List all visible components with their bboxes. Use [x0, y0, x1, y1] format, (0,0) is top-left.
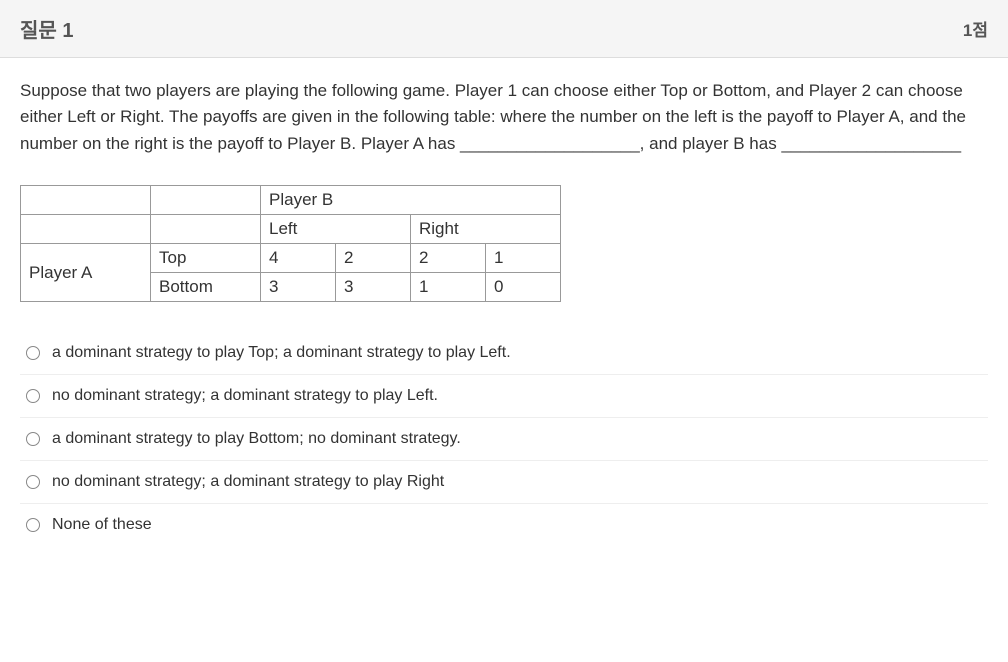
question-points: 1점 [963, 16, 988, 41]
cell-bottom-left-a: 3 [261, 273, 336, 302]
radio-icon[interactable] [26, 518, 40, 532]
choice-4[interactable]: None of these [20, 504, 988, 546]
row-bottom-label: Bottom [151, 273, 261, 302]
cell-top-right-a: 2 [411, 244, 486, 273]
choice-label: no dominant strategy; a dominant strateg… [52, 387, 438, 405]
choice-2[interactable]: a dominant strategy to play Bottom; no d… [20, 418, 988, 461]
choice-0[interactable]: a dominant strategy to play Top; a domin… [20, 332, 988, 375]
col-right-label: Right [411, 215, 561, 244]
player-a-label: Player A [21, 244, 151, 302]
cell-top-right-b: 1 [486, 244, 561, 273]
question-body: Suppose that two players are playing the… [0, 58, 1008, 566]
question-prompt: Suppose that two players are playing the… [20, 78, 988, 157]
answer-choices: a dominant strategy to play Top; a domin… [20, 332, 988, 546]
question-title: 질문 1 [20, 14, 73, 43]
question-header: 질문 1 1점 [0, 0, 1008, 58]
cell-bottom-left-b: 3 [336, 273, 411, 302]
payoff-table: Player B Left Right Player A Top 4 2 2 1… [20, 185, 561, 302]
radio-icon[interactable] [26, 346, 40, 360]
choice-1[interactable]: no dominant strategy; a dominant strateg… [20, 375, 988, 418]
choice-3[interactable]: no dominant strategy; a dominant strateg… [20, 461, 988, 504]
cell-bottom-right-a: 1 [411, 273, 486, 302]
radio-icon[interactable] [26, 432, 40, 446]
choice-label: a dominant strategy to play Top; a domin… [52, 344, 511, 362]
radio-icon[interactable] [26, 389, 40, 403]
col-left-label: Left [261, 215, 411, 244]
player-b-label: Player B [261, 186, 561, 215]
cell-bottom-right-b: 0 [486, 273, 561, 302]
choice-label: no dominant strategy; a dominant strateg… [52, 473, 444, 491]
cell-top-left-a: 4 [261, 244, 336, 273]
row-top-label: Top [151, 244, 261, 273]
choice-label: a dominant strategy to play Bottom; no d… [52, 430, 461, 448]
choice-label: None of these [52, 516, 152, 534]
cell-top-left-b: 2 [336, 244, 411, 273]
radio-icon[interactable] [26, 475, 40, 489]
